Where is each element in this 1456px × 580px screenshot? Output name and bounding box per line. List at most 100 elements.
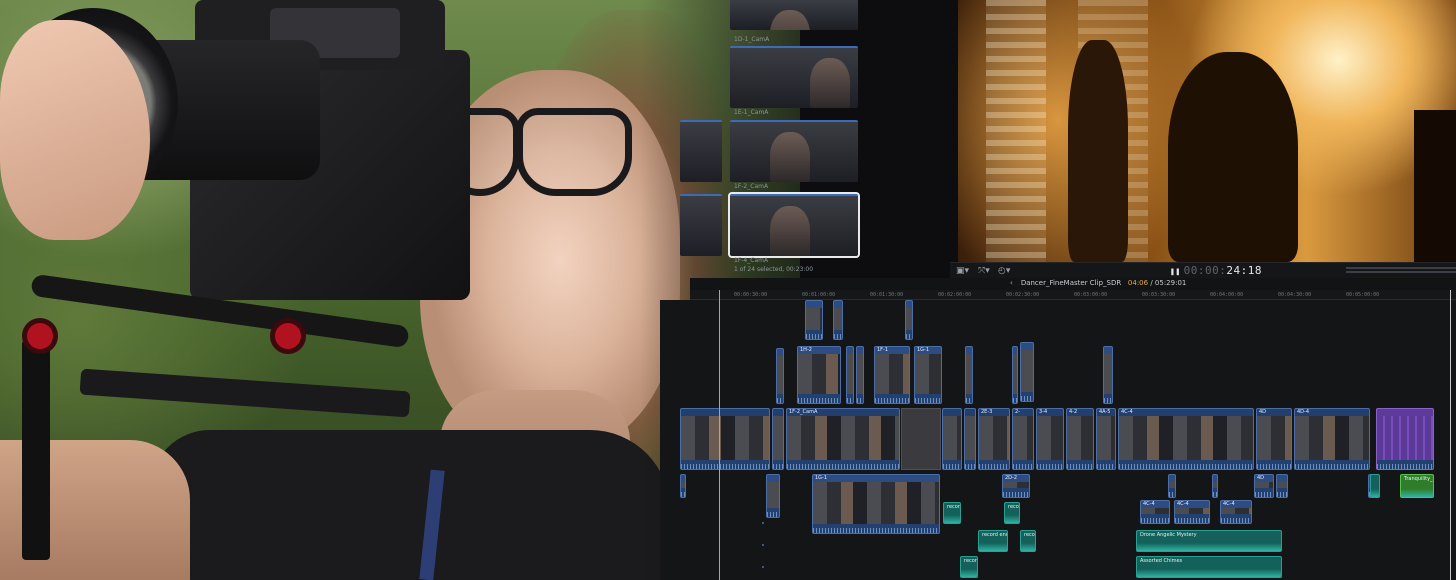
audio-clip[interactable]: recor... (943, 502, 961, 524)
skimmer (1450, 290, 1451, 580)
clip-name: 1F-1 (877, 347, 889, 353)
red-clamp (270, 318, 306, 354)
primary-clip[interactable] (942, 408, 962, 470)
primary-clip[interactable]: 2- (1012, 408, 1034, 470)
ruler-tick: 00:04:30:00 (1278, 292, 1312, 298)
shirt (150, 430, 670, 580)
browser-clip-thumbnail[interactable] (730, 0, 858, 30)
primary-clip[interactable] (964, 408, 976, 470)
clip-name: 4C-4 (1121, 409, 1133, 415)
clip-name: Tranquility_Fl... (1404, 476, 1433, 482)
audio-clip[interactable]: record... (960, 556, 978, 578)
connected-clip[interactable]: 1G-1 (812, 474, 940, 534)
browser-clip-thumbnail[interactable] (680, 120, 722, 182)
playhead[interactable] (719, 290, 720, 580)
connected-clip[interactable] (1020, 342, 1034, 402)
primary-clip[interactable]: 4-2 (1066, 408, 1094, 470)
connected-clip[interactable] (766, 474, 780, 518)
connected-clip[interactable] (805, 300, 823, 340)
clip-name: recor... (947, 504, 961, 510)
clip-name: 4D-4 (1297, 409, 1310, 415)
browser-clip-thumbnail[interactable] (730, 120, 858, 182)
connected-clip[interactable] (965, 346, 973, 404)
primary-clip[interactable]: 4D (1256, 408, 1292, 470)
browser-clip-thumbnail[interactable] (680, 194, 722, 256)
audio-clip[interactable]: Drone Angelic Mystery (1136, 530, 1282, 552)
clip-name: 4C-4 (1223, 501, 1235, 507)
connected-clip[interactable] (1276, 474, 1288, 498)
connected-clip[interactable]: 4C-4 (1174, 500, 1210, 524)
connected-clip[interactable]: 4C-4 (1140, 500, 1170, 524)
man-silhouette (1168, 52, 1298, 262)
connected-clip[interactable] (905, 300, 913, 340)
project-title: ‹ Dancer_FineMaster Clip_SDR 04:06 / 05:2… (1010, 279, 1187, 287)
clip-name: 3-4 (1039, 409, 1048, 415)
viewer-frame[interactable] (958, 0, 1456, 262)
connected-clip[interactable] (680, 474, 686, 498)
audio-meters (1346, 267, 1456, 273)
browser-selection-status: 1 of 24 selected, 00:23:00 (734, 266, 814, 273)
clip-name: 1G-1 (917, 347, 930, 353)
connected-clip[interactable] (1212, 474, 1218, 498)
clip-name: 4-2 (1069, 409, 1078, 415)
viewer-toolbar: ▣▾ ⤧▾ ◴▾ ❚❚ 00:00:24:18 (950, 262, 1456, 278)
connected-clip[interactable]: 1G-1 (914, 346, 942, 404)
primary-clip[interactable]: 2E-3 (978, 408, 1010, 470)
dancer-silhouette (1068, 40, 1128, 262)
audio-clip[interactable]: record endi... (978, 530, 1008, 552)
primary-clip[interactable] (680, 408, 770, 470)
ruler-tick: 00:00:30:00 (734, 292, 768, 298)
connected-clip[interactable]: 1H-2 (797, 346, 841, 404)
connected-clip[interactable] (1012, 346, 1018, 404)
small-clip[interactable] (762, 544, 764, 546)
connected-clip[interactable]: 4C-4 (1220, 500, 1252, 524)
primary-clip[interactable]: 4D-4 (1294, 408, 1370, 470)
connected-clip[interactable]: 2D-2 (1002, 474, 1030, 498)
small-clip[interactable] (762, 566, 764, 568)
timeline-ruler[interactable]: 00:00:30:00 00:01:00:00 00:01:30:00 00:02:0… (690, 290, 1456, 300)
audio-clip[interactable]: reco... (1020, 530, 1036, 552)
primary-clip[interactable] (772, 408, 784, 470)
primary-clip[interactable]: 1F-2_CamA (786, 408, 900, 470)
audio-clip[interactable]: Assorted Chimes (1136, 556, 1282, 578)
clip-name: record endi... (982, 532, 1007, 538)
timeline-area[interactable]: 1H-2 1F-1 1G-1 1F-2_CamA 2E-3 2- 3-4 4-2 4A-5 4C-… (660, 300, 1456, 580)
connected-clip[interactable]: 4D (1254, 474, 1274, 498)
clip-name: 1H-2 (800, 347, 812, 353)
audio-clip[interactable] (1370, 474, 1380, 498)
clip-name: 4C-4 (1177, 501, 1189, 507)
primary-clip[interactable]: 4C-4 (1118, 408, 1254, 470)
audio-clip[interactable]: reco... (1004, 502, 1020, 524)
speed-icon[interactable]: ◴▾ (998, 266, 1010, 276)
clip-name: 2D-2 (1005, 475, 1018, 481)
back-arrow-icon[interactable]: ‹ (1010, 279, 1013, 287)
connected-clip[interactable] (846, 346, 854, 404)
clip-name: 4D (1259, 409, 1267, 415)
ruler-tick: 00:02:00:00 (938, 292, 972, 298)
clip-name: 2- (1015, 409, 1020, 415)
small-clip[interactable] (762, 522, 764, 524)
browser-clip-thumbnail[interactable] (730, 46, 858, 108)
connected-clip[interactable] (1168, 474, 1176, 498)
piano (1414, 110, 1456, 262)
connected-clip[interactable] (833, 300, 843, 340)
primary-clip[interactable]: 3-4 (1036, 408, 1064, 470)
transform-icon[interactable]: ⤧▾ (978, 266, 990, 276)
clip-name: Assorted Chimes (1140, 558, 1183, 564)
browser-clip-label: 1F-4_CamA (734, 257, 769, 264)
browser-clip-label: 1E-1_CamA (734, 109, 769, 116)
primary-clip[interactable]: 4A-5 (1096, 408, 1116, 470)
connected-clip[interactable] (776, 348, 784, 404)
browser-clip-thumbnail-selected[interactable] (728, 192, 860, 258)
connected-clip[interactable] (1103, 346, 1113, 404)
view-options-icon[interactable]: ▣▾ (956, 266, 969, 276)
clip-name: 2E-3 (981, 409, 993, 415)
connected-clip[interactable]: 1F-1 (874, 346, 910, 404)
gap-clip[interactable] (901, 408, 941, 470)
pause-icon[interactable]: ❚❚ (1170, 267, 1181, 276)
primary-clip-purple[interactable] (1376, 408, 1434, 470)
connected-clip[interactable] (856, 346, 864, 404)
ruler-tick: 00:03:30:00 (1142, 292, 1176, 298)
rig-post (22, 340, 50, 560)
audio-clip-green[interactable]: Tranquility_Fl... (1400, 474, 1434, 498)
